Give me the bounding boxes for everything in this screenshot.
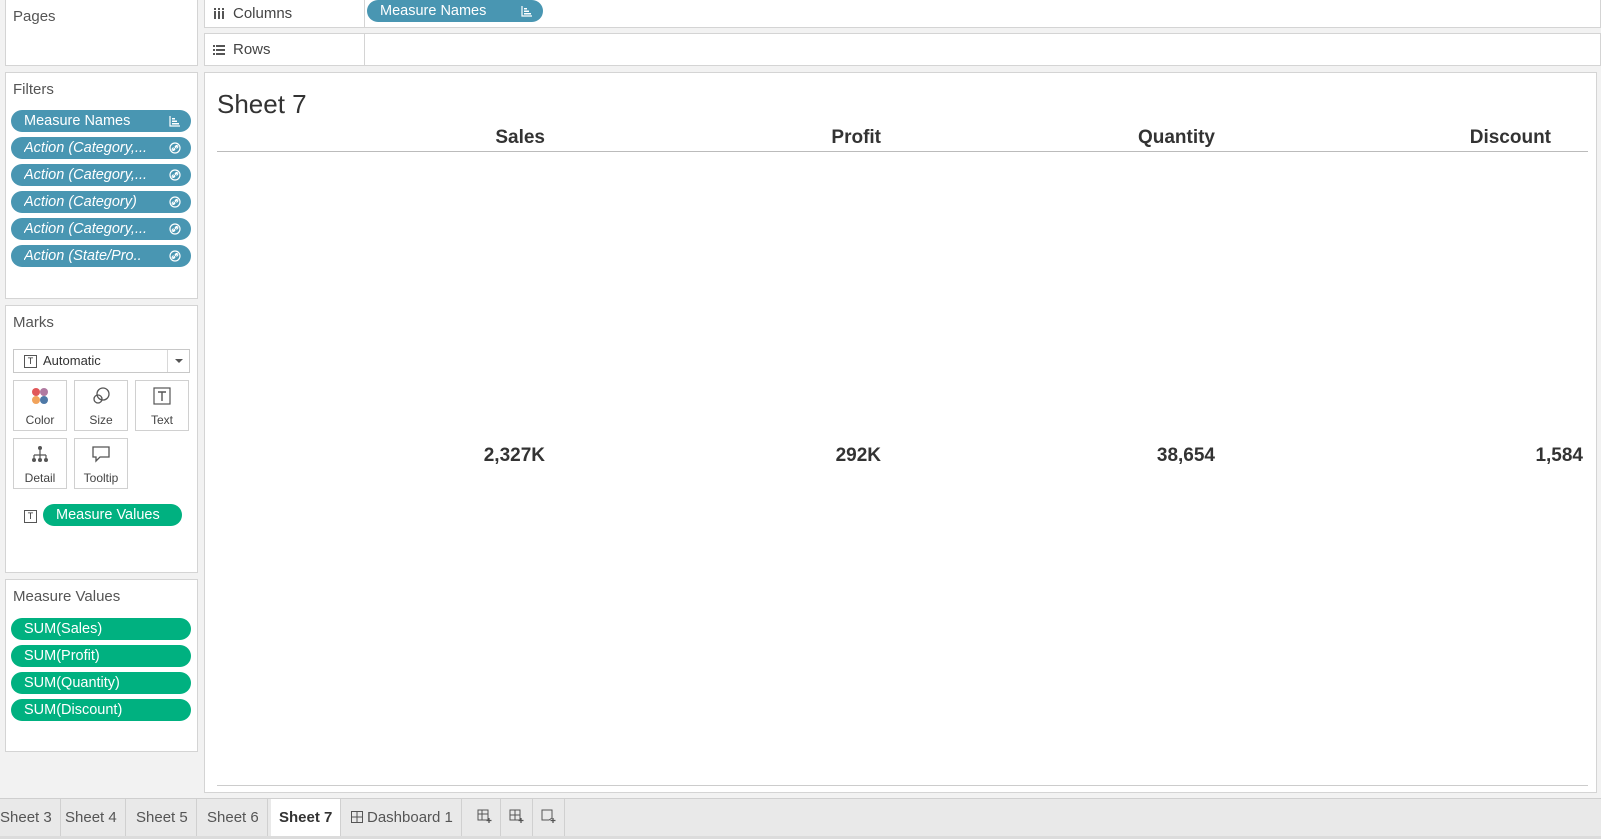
measure-values-card: Measure Values SUM(Sales) SUM(Profit) SU… xyxy=(5,579,198,752)
marks-tooltip-label: Tooltip xyxy=(83,471,119,485)
filter-pill-label: Measure Names xyxy=(24,113,131,129)
text-mark-icon: T xyxy=(24,510,37,523)
tab-sheet-7[interactable]: Sheet 7 xyxy=(271,799,342,837)
new-dashboard-icon xyxy=(509,808,525,829)
sheet-tab-bar: Sheet 3 Sheet 4 Sheet 5 Sheet 6 Sheet 7 … xyxy=(0,798,1601,839)
marks-text-button[interactable]: Text xyxy=(135,380,189,431)
view-bottom-divider xyxy=(217,785,1588,786)
marks-size-label: Size xyxy=(89,413,113,427)
columns-shelf-label: Columns xyxy=(205,0,365,27)
filters-card[interactable]: Filters Measure Names Action (Category,.… xyxy=(5,72,198,299)
marks-color-label: Color xyxy=(25,413,55,427)
link-icon xyxy=(167,218,183,240)
filter-pill-action-5[interactable]: Action (State/Pro.. xyxy=(11,245,191,267)
dashboard-icon xyxy=(351,800,363,838)
column-header-profit[interactable]: Profit xyxy=(831,127,881,149)
columns-shelf[interactable]: Columns Measure Names xyxy=(204,0,1601,28)
detail-icon xyxy=(14,439,66,469)
measure-pill-sum-quantity[interactable]: SUM(Quantity) xyxy=(11,672,191,694)
new-dashboard-button[interactable] xyxy=(501,799,533,837)
column-header-sales[interactable]: Sales xyxy=(495,127,545,149)
new-worksheet-icon xyxy=(477,808,493,829)
tab-sheet-6[interactable]: Sheet 6 xyxy=(199,799,268,837)
sort-icon xyxy=(519,0,535,22)
link-icon xyxy=(167,245,183,267)
marks-tooltip-button[interactable]: Tooltip xyxy=(74,438,128,489)
measure-pill-label: SUM(Discount) xyxy=(24,702,123,718)
filter-pill-label: Action (Category) xyxy=(24,194,137,210)
tooltip-icon xyxy=(75,439,127,469)
filter-pill-label: Action (Category,... xyxy=(24,140,148,156)
rows-shelf[interactable]: Rows xyxy=(204,33,1601,66)
value-profit[interactable]: 292K xyxy=(836,445,881,467)
chevron-down-icon[interactable] xyxy=(167,350,189,372)
marks-size-button[interactable]: Size xyxy=(74,380,128,431)
link-icon xyxy=(167,191,183,213)
measure-pill-label: SUM(Profit) xyxy=(24,648,100,664)
measure-values-title: Measure Values xyxy=(13,588,121,605)
filter-pill-label: Action (Category,... xyxy=(24,167,148,183)
value-sales[interactable]: 2,327K xyxy=(484,445,545,467)
filter-pill-action-3[interactable]: Action (Category) xyxy=(11,191,191,213)
measure-pill-sum-profit[interactable]: SUM(Profit) xyxy=(11,645,191,667)
filter-pill-label: Action (Category,... xyxy=(24,221,148,237)
columns-icon xyxy=(213,7,225,20)
filter-pill-action-2[interactable]: Action (Category,... xyxy=(11,164,191,186)
rows-shelf-label: Rows xyxy=(205,34,365,65)
value-discount[interactable]: 1,584 xyxy=(1535,445,1583,467)
text-icon xyxy=(136,381,188,411)
marks-color-button[interactable]: Color xyxy=(13,380,67,431)
text-mark-icon: T xyxy=(24,354,37,368)
marks-detail-label: Detail xyxy=(24,471,56,485)
tab-dashboard-1[interactable]: Dashboard 1 xyxy=(343,799,462,837)
marks-text-pill-measure-values[interactable]: Measure Values xyxy=(43,504,182,526)
header-divider xyxy=(217,151,1588,152)
measure-pill-sum-discount[interactable]: SUM(Discount) xyxy=(11,699,191,721)
marks-card: Marks T Automatic Color Size Text Detail… xyxy=(5,305,198,573)
columns-label-text: Columns xyxy=(233,5,293,22)
tableau-workspace: Pages Filters Measure Names Action (Cate… xyxy=(0,0,1601,839)
filter-pill-measure-names[interactable]: Measure Names xyxy=(11,110,191,132)
filter-pill-action-1[interactable]: Action (Category,... xyxy=(11,137,191,159)
measure-pill-sum-sales[interactable]: SUM(Sales) xyxy=(11,618,191,640)
link-icon xyxy=(167,137,183,159)
color-icon xyxy=(14,381,66,411)
link-icon xyxy=(167,164,183,186)
marks-detail-button[interactable]: Detail xyxy=(13,438,67,489)
filters-title: Filters xyxy=(13,81,54,98)
rows-icon xyxy=(213,44,225,56)
filter-pill-label: Action (State/Pro.. xyxy=(24,248,142,264)
pages-card[interactable]: Pages xyxy=(5,0,198,66)
sheet-title[interactable]: Sheet 7 xyxy=(217,89,307,120)
tab-sheet-4[interactable]: Sheet 4 xyxy=(57,799,126,837)
tab-sheet-5[interactable]: Sheet 5 xyxy=(128,799,197,837)
pages-title: Pages xyxy=(13,8,56,25)
value-quantity[interactable]: 38,654 xyxy=(1157,445,1215,467)
sort-icon xyxy=(167,110,183,132)
new-story-button[interactable] xyxy=(533,799,565,837)
column-header-quantity[interactable]: Quantity xyxy=(1138,127,1215,149)
columns-pill-label: Measure Names xyxy=(380,3,487,19)
column-header-discount[interactable]: Discount xyxy=(1470,127,1551,149)
mark-type-dropdown[interactable]: T Automatic xyxy=(13,349,190,373)
tab-sheet-3[interactable]: Sheet 3 xyxy=(0,799,61,837)
measure-pill-label: SUM(Sales) xyxy=(24,621,103,637)
marks-text-pill-label: Measure Values xyxy=(56,507,160,523)
measure-pill-label: SUM(Quantity) xyxy=(24,675,120,691)
size-icon xyxy=(75,381,127,411)
filter-pill-action-4[interactable]: Action (Category,... xyxy=(11,218,191,240)
tab-dashboard-1-label: Dashboard 1 xyxy=(367,809,453,826)
new-worksheet-button[interactable] xyxy=(469,799,501,837)
mark-type-value: Automatic xyxy=(43,353,101,368)
columns-pill-measure-names[interactable]: Measure Names xyxy=(367,0,543,22)
marks-title: Marks xyxy=(13,314,54,331)
view-canvas[interactable]: Sheet 7 Sales Profit Quantity Discount 2… xyxy=(204,72,1597,793)
new-story-icon xyxy=(541,808,557,829)
rows-label-text: Rows xyxy=(233,41,271,58)
marks-text-label: Text xyxy=(150,413,173,427)
